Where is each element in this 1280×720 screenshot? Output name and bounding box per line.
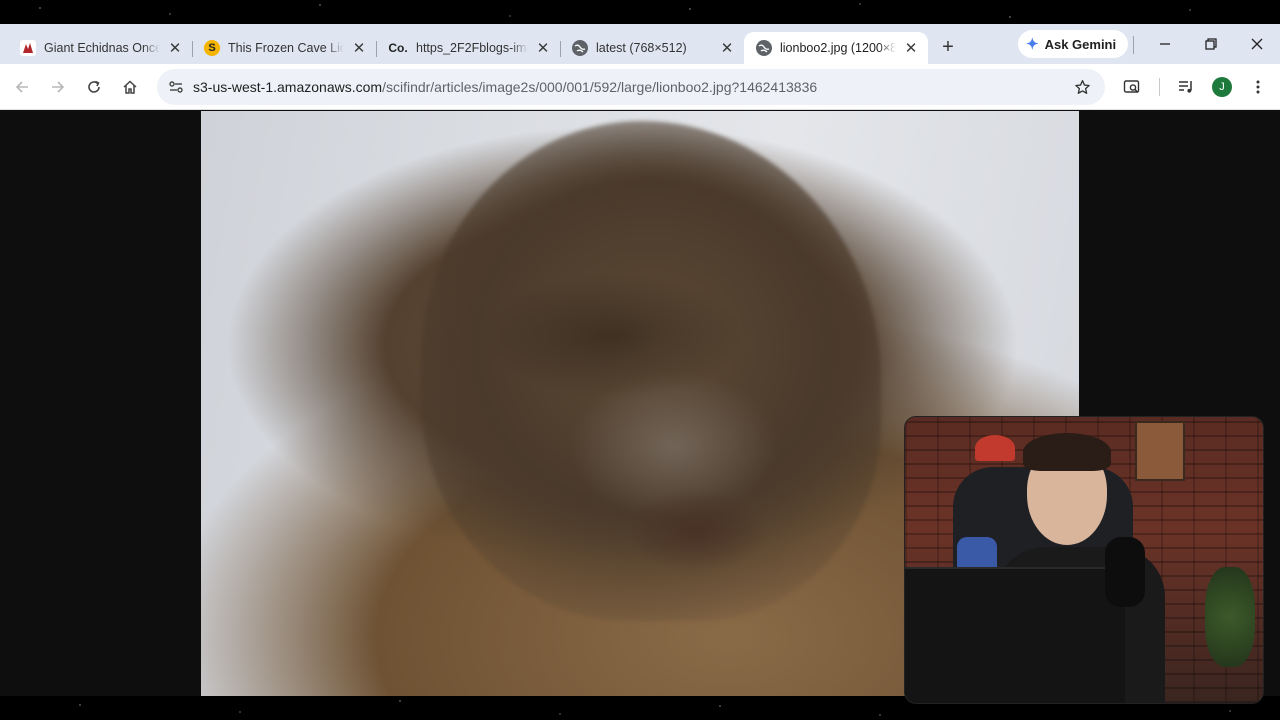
forward-button[interactable] [44, 73, 72, 101]
presenter-hair [1023, 433, 1111, 471]
tab-strip: Giant Echidnas Once ✕ S This Frozen Cave… [0, 24, 1280, 64]
tab-latest[interactable]: latest (768×512) ✕ [560, 32, 744, 64]
new-tab-button[interactable]: + [934, 33, 962, 61]
url-text[interactable]: s3-us-west-1.amazonaws.com/scifindr/arti… [193, 79, 1067, 95]
tab-title: This Frozen Cave Lion [228, 41, 344, 55]
address-bar[interactable]: s3-us-west-1.amazonaws.com/scifindr/arti… [157, 69, 1105, 105]
tab-title: https_2F2Fblogs-ima [416, 41, 528, 55]
co-favicon: Co. [388, 41, 408, 55]
tab-title: lionboo2.jpg (1200×8 [780, 41, 896, 55]
browser-toolbar: s3-us-west-1.amazonaws.com/scifindr/arti… [0, 64, 1280, 110]
close-tab-icon[interactable]: ✕ [350, 39, 368, 57]
lion-cub-head [421, 121, 881, 621]
wall-portrait [1135, 421, 1185, 481]
globe-icon [572, 40, 588, 56]
url-path: /scifindr/articles/image2s/000/001/592/l… [382, 79, 818, 95]
ask-gemini-button[interactable]: ✦ Ask Gemini [1018, 30, 1129, 58]
tab-title: Giant Echidnas Once [44, 41, 160, 55]
gemini-sparkle-icon: ✦ [1026, 36, 1039, 53]
close-tab-icon[interactable]: ✕ [166, 39, 184, 57]
divider [1159, 78, 1160, 96]
bookmark-star-icon[interactable] [1067, 72, 1097, 102]
reload-button[interactable] [80, 73, 108, 101]
minimize-button[interactable] [1148, 30, 1182, 58]
microphone [1105, 537, 1145, 607]
webcam-overlay [904, 416, 1264, 704]
tab-giant-echidnas[interactable]: Giant Echidnas Once ✕ [8, 32, 192, 64]
site-info-icon[interactable] [161, 72, 191, 102]
google-lens-search-icon[interactable] [1118, 73, 1146, 101]
tab-frozen-cave-lion[interactable]: S This Frozen Cave Lion ✕ [192, 32, 376, 64]
restore-button[interactable] [1194, 30, 1228, 58]
s-favicon: S [204, 40, 220, 56]
profile-avatar[interactable]: J [1208, 73, 1236, 101]
media-controls-icon[interactable] [1172, 73, 1200, 101]
close-tab-icon[interactable]: ✕ [902, 39, 920, 57]
monitor [905, 567, 1125, 703]
close-tab-icon[interactable]: ✕ [534, 39, 552, 57]
ask-gemini-label: Ask Gemini [1044, 36, 1117, 52]
close-tab-icon[interactable]: ✕ [718, 39, 736, 57]
red-cap-decor [975, 435, 1015, 461]
avatar: J [1212, 77, 1232, 97]
url-host: s3-us-west-1.amazonaws.com [193, 79, 383, 95]
globe-icon [756, 40, 772, 56]
home-button[interactable] [116, 73, 144, 101]
tab-lionboo2-active[interactable]: lionboo2.jpg (1200×8 ✕ [744, 32, 928, 64]
tab-title: latest (768×512) [596, 41, 687, 55]
back-button[interactable] [8, 73, 36, 101]
close-window-button[interactable] [1240, 30, 1274, 58]
more-menu-icon[interactable] [1244, 73, 1272, 101]
plant [1205, 567, 1255, 667]
divider [1133, 36, 1134, 54]
tab-blogs-image[interactable]: Co. https_2F2Fblogs-ima ✕ [376, 32, 560, 64]
scifindr-favicon [20, 40, 36, 56]
